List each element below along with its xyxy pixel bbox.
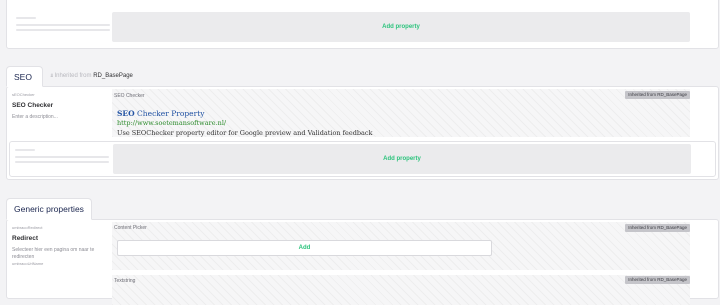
inherited-source: RD_BasePage [93,73,133,79]
property-label[interactable]: Redirect [12,235,38,242]
property-alias: sEOChecker [12,92,35,97]
property-editor-area: Textstring Inherited from RD_BasePage [112,275,690,305]
add-property-button[interactable]: Add property [112,12,690,42]
inherited-badge: Inherited from RD_BasePage [625,91,690,99]
inherited-group-note: ⫫ Inherited from RD_BasePage [50,73,133,79]
add-property-label: Add property [382,24,420,30]
content-picker-add-button[interactable]: Add [117,240,492,256]
seo-preview-text: Use SEOChecker property editor for Googl… [117,129,373,137]
property-editor-area: Content Picker Inherited from RD_BasePag… [112,222,690,270]
tab-generic-properties-label: Generic properties [14,204,84,214]
seo-preview: SEO Checker Property http://www.soeteman… [117,109,677,137]
seo-preview-title[interactable]: SEO Checker Property [117,109,204,118]
add-property-button[interactable]: Add property [113,144,691,174]
editor-name: Textstring [114,278,136,284]
content-picker-add-label: Add [298,245,311,251]
add-property-placeholder: Add property [9,141,716,177]
seo-group-card: sEOChecker SEO Checker Enter a descripti… [6,86,719,180]
property-description[interactable]: Selecteer hier een pagina om naar te red… [12,247,102,261]
tab-seo[interactable]: SEO [6,66,43,87]
lock-icon: ⫫ [50,73,53,79]
inherited-badge: Inherited from RD_BasePage [625,276,690,284]
add-property-label: Add property [383,156,421,162]
editor-name: SEO Checker [114,93,145,99]
property-alias: umbracoUrlName [12,261,44,266]
top-group-card: Add property [6,0,719,49]
editor-name: Content Picker [114,225,147,231]
property-label[interactable]: SEO Checker [12,102,53,109]
seo-preview-url: http://www.soetemansoftware.nl/ [117,119,227,127]
tab-generic-properties[interactable]: Generic properties [6,198,92,220]
property-alias: umbracoRedirect [12,225,43,230]
inherited-badge: Inherited from RD_BasePage [625,224,690,232]
inherited-prefix: Inherited from [54,73,92,79]
generic-group-card: umbracoRedirect Redirect Selecteer hier … [6,219,719,305]
tab-seo-label: SEO [14,71,32,82]
property-description-input[interactable]: Enter a description... [12,114,58,121]
property-editor-area: SEO Checker Inherited from RD_BasePage S… [112,89,690,137]
